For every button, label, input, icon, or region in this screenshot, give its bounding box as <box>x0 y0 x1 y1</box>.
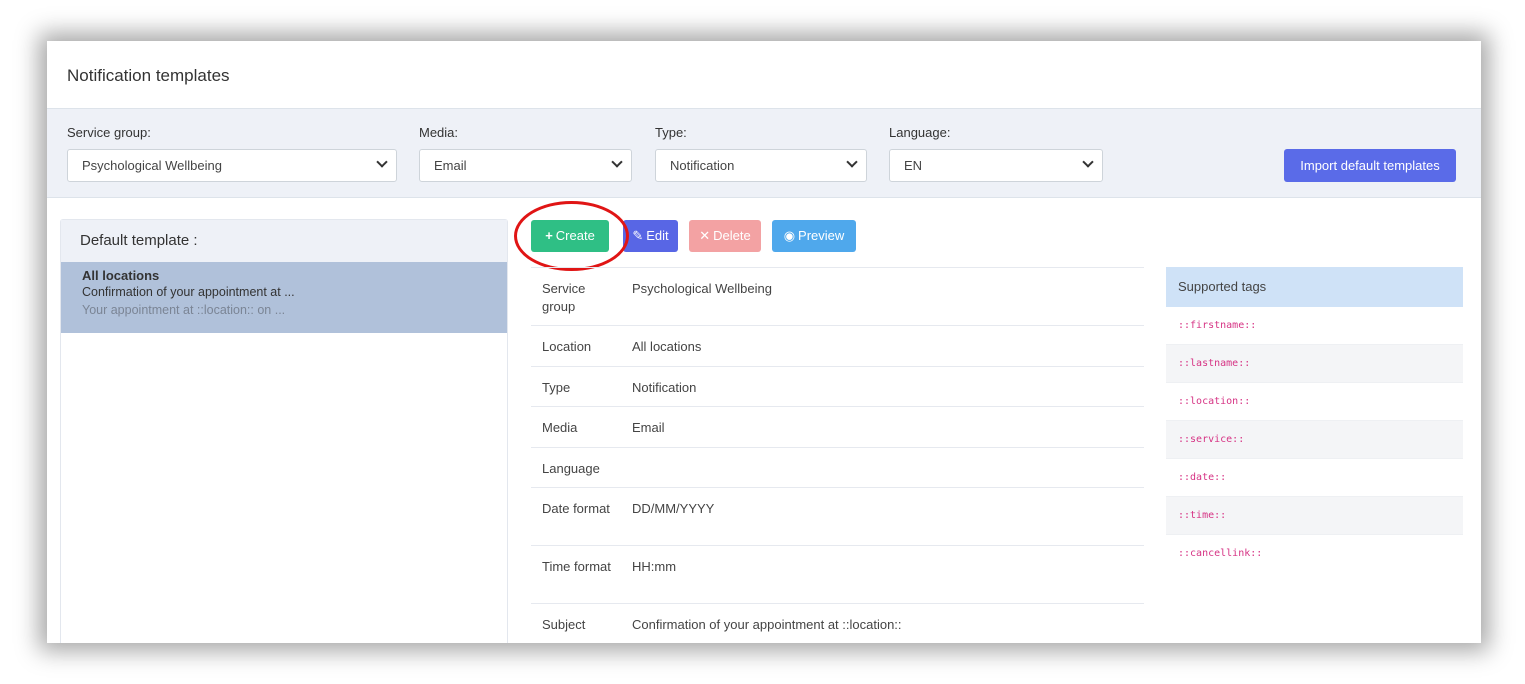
delete-button[interactable]: ✕ Delete <box>689 220 761 252</box>
template-item-subject: Confirmation of your appointment at ... <box>82 285 295 299</box>
close-icon: ✕ <box>699 228 711 243</box>
table-row: Subject Confirmation of your appointment… <box>531 603 1144 643</box>
filter-language: Language: EN <box>889 125 1103 182</box>
detail-value: Psychological Wellbeing <box>632 281 772 296</box>
chevron-down-icon <box>846 156 858 168</box>
filter-type: Type: Notification <box>655 125 867 182</box>
list-item[interactable]: All locations Confirmation of your appoi… <box>61 262 507 333</box>
chevron-down-icon <box>1082 156 1094 168</box>
tag-item: ::firstname:: <box>1166 307 1463 345</box>
chevron-down-icon <box>376 156 388 168</box>
supported-tags-panel: Supported tags ::firstname:: ::lastname:… <box>1166 267 1463 573</box>
tag-item: ::time:: <box>1166 497 1463 535</box>
table-row: Language <box>531 447 1144 487</box>
detail-value: HH:mm <box>632 559 677 574</box>
media-label: Media: <box>419 125 459 140</box>
detail-label: Date format <box>542 501 610 516</box>
type-label: Type: <box>655 125 687 140</box>
chevron-down-icon <box>611 156 623 168</box>
language-value: EN <box>904 158 923 173</box>
filter-bar: Service group: Psychological Wellbeing M… <box>47 109 1481 198</box>
default-template-panel: Default template : All locations Confirm… <box>60 219 508 643</box>
filter-media: Media: Email <box>419 125 632 182</box>
template-item-title: All locations <box>82 268 160 283</box>
supported-tags-heading: Supported tags <box>1166 267 1463 307</box>
service-group-value: Psychological Wellbeing <box>82 158 222 173</box>
preview-button[interactable]: ◉ Preview <box>772 220 856 252</box>
detail-label: Subject <box>542 617 586 632</box>
page-title: Notification templates <box>67 66 230 85</box>
media-value: Email <box>434 158 467 173</box>
table-row: Media Email <box>531 406 1144 447</box>
default-template-heading: Default template : <box>61 220 507 262</box>
template-item-body: Your appointment at ::location:: on ... <box>82 303 286 317</box>
pencil-icon: ✎ <box>632 228 644 243</box>
table-row: Type Notification <box>531 366 1144 406</box>
tag-item: ::lastname:: <box>1166 345 1463 383</box>
edit-button[interactable]: ✎ Edit <box>623 220 678 252</box>
detail-value: Confirmation of your appointment at ::lo… <box>632 617 902 632</box>
media-select[interactable]: Email <box>419 149 632 182</box>
create-highlight-annotation <box>514 201 629 271</box>
detail-value: Notification <box>632 380 697 395</box>
service-group-label: Service group: <box>67 125 151 140</box>
detail-label: Service group <box>542 281 586 314</box>
table-row: Location All locations <box>531 325 1144 366</box>
detail-label: Type <box>542 380 571 395</box>
tag-item: ::service:: <box>1166 421 1463 459</box>
notification-templates-window: Notification templates Service group: Ps… <box>47 41 1481 643</box>
eye-icon: ◉ <box>783 228 796 243</box>
title-bar: Notification templates <box>47 41 1481 109</box>
table-row: Time format HH:mm <box>531 545 1144 603</box>
detail-value: Email <box>632 420 665 435</box>
import-default-templates-button[interactable]: Import default templates <box>1284 149 1456 182</box>
delete-label: Delete <box>713 228 751 243</box>
language-select[interactable]: EN <box>889 149 1103 182</box>
tag-item: ::location:: <box>1166 383 1463 421</box>
template-details-table: Service group Psychological Wellbeing Lo… <box>531 267 1144 643</box>
detail-label: Location <box>542 339 592 354</box>
table-row: Service group Psychological Wellbeing <box>531 267 1144 325</box>
tag-item: ::date:: <box>1166 459 1463 497</box>
detail-label: Time format <box>542 559 611 574</box>
table-row: Date format DD/MM/YYYY <box>531 487 1144 545</box>
detail-label: Media <box>542 420 578 435</box>
type-value: Notification <box>670 158 735 173</box>
tag-item: ::cancellink:: <box>1178 548 1263 559</box>
edit-label: Edit <box>646 228 669 243</box>
detail-label: Language <box>542 461 600 476</box>
detail-value: All locations <box>632 339 702 354</box>
preview-label: Preview <box>798 228 845 243</box>
type-select[interactable]: Notification <box>655 149 867 182</box>
detail-value: DD/MM/YYYY <box>632 501 715 516</box>
filter-service-group: Service group: Psychological Wellbeing <box>67 125 397 182</box>
language-label: Language: <box>889 125 951 140</box>
service-group-select[interactable]: Psychological Wellbeing <box>67 149 397 182</box>
